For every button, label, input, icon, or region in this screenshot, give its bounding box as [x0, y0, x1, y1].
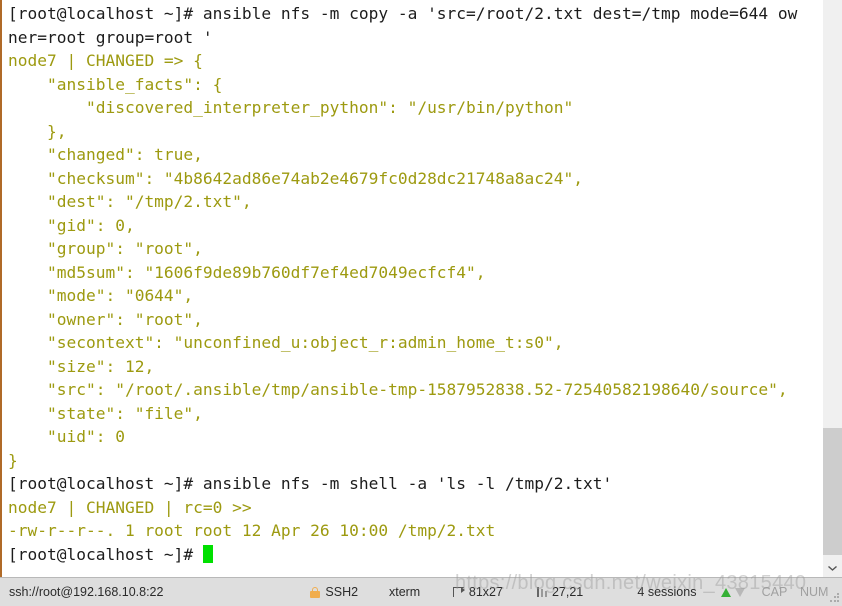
status-sessions: 4 sessions [637, 585, 697, 599]
terminal-line-text: } [8, 450, 18, 470]
terminal-line-text: "owner": "root", [8, 309, 203, 329]
status-protocol-label: SSH2 [325, 585, 359, 599]
terminal-line: "mode": "0644", [8, 284, 822, 308]
terminal-line: ner=root group=root ' [8, 26, 822, 50]
terminal-line-text: "state": "file", [8, 403, 203, 423]
terminal-line-text: node7 | CHANGED | rc=0 >> [8, 497, 252, 517]
terminal-line-text: "md5sum": "1606f9de89b760df7ef4ed7049ecf… [8, 262, 486, 282]
status-terminal-type: xterm [388, 585, 421, 599]
terminal-line-text: -rw-r--r--. 1 root root 12 Apr 26 10:00 … [8, 521, 496, 540]
terminal-line-text: "ansible_facts": { [8, 74, 223, 94]
arrow-down-icon [735, 587, 746, 597]
terminal-line: "dest": "/tmp/2.txt", [8, 190, 822, 214]
xshell-terminal-window: [root@localhost ~]# ansible nfs -m copy … [0, 0, 842, 606]
terminal-line-text: ner=root group=root ' [8, 27, 213, 47]
terminal-line-text: "size": 12, [8, 356, 155, 376]
terminal-line-text: [root@localhost ~]# ansible nfs -m shell… [8, 474, 613, 493]
status-terminal-size: 81x27 [452, 578, 537, 606]
terminal-line: }, [8, 120, 822, 144]
terminal-line: "owner": "root", [8, 308, 822, 332]
lock-icon [310, 586, 321, 598]
terminal-line-text: "secontext": "unconfined_u:object_r:admi… [8, 333, 564, 352]
terminal-line: [root@localhost ~]# [8, 543, 822, 567]
terminal-line: "src": "/root/.ansible/tmp/ansible-tmp-1… [8, 378, 822, 402]
terminal-area[interactable]: [root@localhost ~]# ansible nfs -m copy … [0, 0, 842, 577]
terminal-scrollbar[interactable] [822, 0, 842, 577]
terminal-line-text: "gid": 0, [8, 215, 135, 235]
status-transfer-indicators [721, 578, 761, 606]
terminal-line-text: node7 | CHANGED => { [8, 51, 203, 70]
terminal-cursor [202, 544, 213, 563]
terminal-size-icon [452, 587, 465, 597]
status-position-label: 27,21 [551, 585, 584, 599]
chevron-down-icon [828, 565, 837, 571]
terminal-line-text: "mode": "0644", [8, 286, 194, 305]
scrollbar-thumb[interactable] [823, 428, 842, 555]
terminal-line: "group": "root", [8, 237, 822, 261]
terminal-line: [root@localhost ~]# ansible nfs -m shell… [8, 472, 822, 496]
terminal-line-text: "src": "/root/.ansible/tmp/ansible-tmp-1… [8, 380, 788, 399]
terminal-line: "changed": true, [8, 143, 822, 167]
terminal-line: "uid": 0 [8, 425, 822, 449]
terminal-line-text: [root@localhost ~]# ansible nfs -m copy … [8, 4, 798, 23]
status-size-label: 81x27 [468, 585, 503, 599]
terminal-line-text: }, [8, 121, 67, 141]
terminal-line: "state": "file", [8, 402, 822, 426]
terminal-line-text: "group": "root", [8, 239, 203, 258]
terminal-line: "discovered_interpreter_python": "/usr/b… [8, 96, 822, 120]
terminal-line-text: "checksum": "4b8642ad86e74ab2e4679fc0d28… [8, 168, 583, 188]
terminal-line-text: "dest": "/tmp/2.txt", [8, 192, 252, 211]
terminal-line-text: "discovered_interpreter_python": "/usr/b… [8, 98, 574, 117]
status-protocol: SSH2 [310, 578, 389, 606]
terminal-line: "gid": 0, [8, 214, 822, 238]
arrow-up-icon [721, 587, 732, 597]
terminal-line: "md5sum": "1606f9de89b760df7ef4ed7049ecf… [8, 261, 822, 285]
status-cursor-position: 27,21 [536, 578, 637, 606]
terminal-line: "checksum": "4b8642ad86e74ab2e4679fc0d28… [8, 167, 822, 191]
terminal-line: [root@localhost ~]# ansible nfs -m copy … [8, 2, 822, 26]
status-bar: ssh://root@192.168.10.8:22 SSH2 xterm 81… [0, 577, 842, 606]
terminal-line: "secontext": "unconfined_u:object_r:admi… [8, 331, 822, 355]
terminal-line: node7 | CHANGED => { [8, 49, 822, 73]
terminal-line: "size": 12, [8, 355, 822, 379]
terminal-line-text: "uid": 0 [8, 427, 125, 446]
scrollbar-down-button[interactable] [823, 559, 842, 577]
status-connection: ssh://root@192.168.10.8:22 [9, 585, 164, 599]
resize-grip[interactable] [829, 593, 839, 603]
terminal-line: } [8, 449, 822, 473]
terminal-line: "ansible_facts": { [8, 73, 822, 97]
terminal-line-text: "changed": true, [8, 145, 203, 164]
terminal-line: -rw-r--r--. 1 root root 12 Apr 26 10:00 … [8, 519, 822, 543]
terminal-line: node7 | CHANGED | rc=0 >> [8, 496, 822, 520]
terminal-screen[interactable]: [root@localhost ~]# ansible nfs -m copy … [2, 0, 822, 577]
status-caps-lock: CAP [761, 585, 788, 599]
cursor-position-icon [536, 587, 547, 597]
terminal-line-text: [root@localhost ~]# [8, 544, 203, 564]
